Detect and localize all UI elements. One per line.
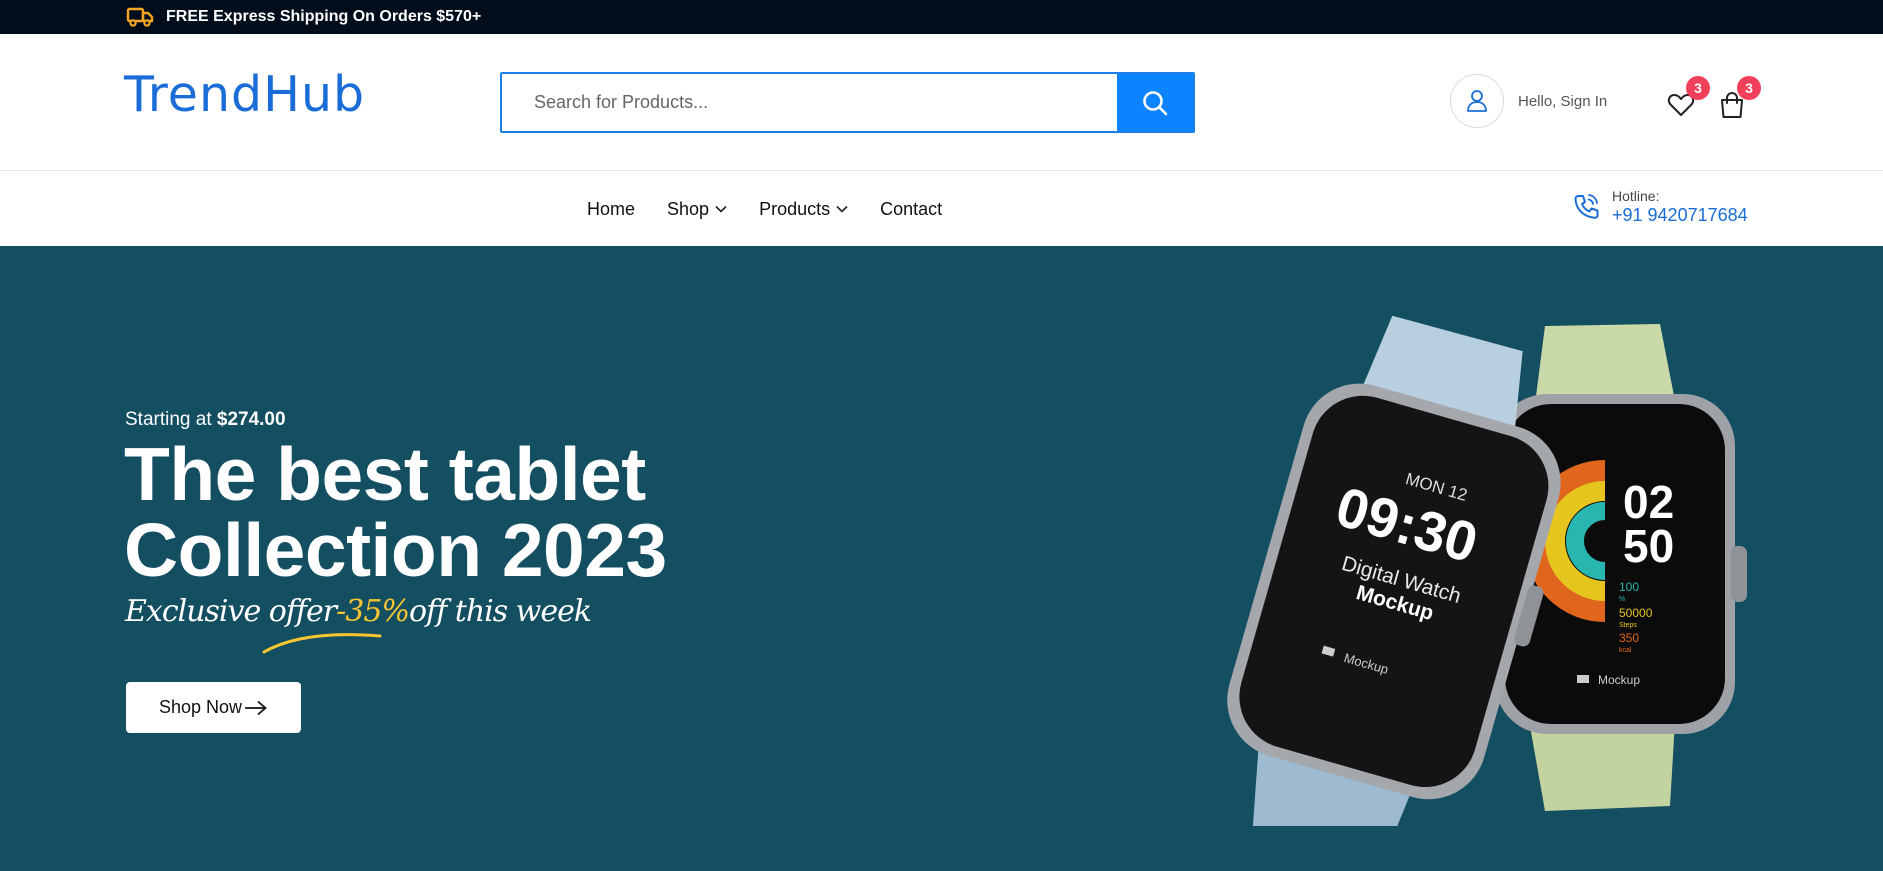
headline-line-1: The best tablet [124,432,646,516]
hotline[interactable]: Hotline: +91 9420717684 [1572,188,1748,226]
smartwatch-product-image: 02 50 100 % 50000 Steps 350 kcal Mockup … [1227,315,1747,826]
shop-now-label: Shop Now [158,697,243,717]
shop-now-button[interactable]: Shop Now [126,682,301,733]
hero-headline: The best tablet Collection 2023 [124,436,667,588]
watch2-stat3-unit: kcal [1619,647,1632,654]
watch2-stat1-unit: % [1619,596,1625,603]
search-icon [1143,90,1168,115]
nav-item-shop[interactable]: Shop [667,199,727,220]
top-announcement-bar: FREE Express Shipping On Orders $570+ [0,0,1883,34]
cart-count-badge: 3 [1737,76,1761,100]
hotline-number[interactable]: +91 9420717684 [1612,205,1748,227]
chevron-down-icon [715,205,727,213]
announcement-content: FREE Express Shipping On Orders $570+ [126,0,481,34]
underline-swoosh [262,633,382,654]
shipping-promo-text: FREE Express Shipping On Orders $570+ [166,8,482,25]
watch2-stat2: 50000 [1619,606,1653,620]
watch2-logo-mark [1577,675,1589,683]
arrow-right-icon [245,700,267,715]
nav-item-label: Contact [880,198,943,219]
watch2-minute: 50 [1623,520,1674,572]
watch2-stat3: 350 [1619,631,1639,645]
search-input[interactable] [502,74,1117,131]
account-link[interactable]: Hello, Sign In [1450,74,1607,128]
chevron-down-icon [836,205,848,213]
wishlist-count-badge: 3 [1686,76,1710,100]
hero-banner: Starting at $274.00 The best tablet Coll… [0,246,1883,871]
offer-text: Exclusive offer-35%off this week [125,594,592,629]
offer-suffix: off this week [408,594,592,629]
nav-item-home[interactable]: Home [587,199,635,220]
offer-percentage: -35% [336,594,410,629]
watch2-stat2-unit: Steps [1619,622,1637,629]
main-navigation: Home Shop Products Contact Hotline: +91 … [0,172,1883,246]
offer-prefix: Exclusive offer [125,594,337,629]
nav-menu: Home Shop Products Contact [587,172,942,246]
watch2-brand: Mockup [1598,673,1640,687]
starting-prefix: Starting at [125,409,217,430]
sign-in-label: Hello, Sign In [1518,92,1608,110]
hotline-label: Hotline: [1612,188,1660,204]
nav-item-label: Home [587,198,636,219]
search-bar [500,72,1195,133]
nav-item-label: Products [759,198,831,219]
hotline-text: Hotline: +91 9420717684 [1612,188,1748,226]
nav-item-products[interactable]: Products [759,199,848,220]
wishlist-button[interactable]: 3 [1666,76,1710,120]
nav-item-contact[interactable]: Contact [880,199,942,220]
starting-price-text: Starting at $274.00 [125,409,286,431]
user-icon [1467,90,1487,112]
watch2-stat1: 100 [1619,580,1639,594]
truck-icon [126,7,154,27]
site-logo[interactable]: TrendHub [124,70,365,119]
search-button[interactable] [1117,74,1193,131]
user-avatar [1450,74,1504,128]
cart-button[interactable]: 3 [1717,76,1761,120]
starting-price: $274.00 [216,409,286,430]
headline-line-2: Collection 2023 [124,508,667,592]
phone-icon [1574,194,1599,220]
site-header: TrendHub Hello, Sign In 3 3 [0,34,1883,171]
nav-item-label: Shop [667,198,710,219]
